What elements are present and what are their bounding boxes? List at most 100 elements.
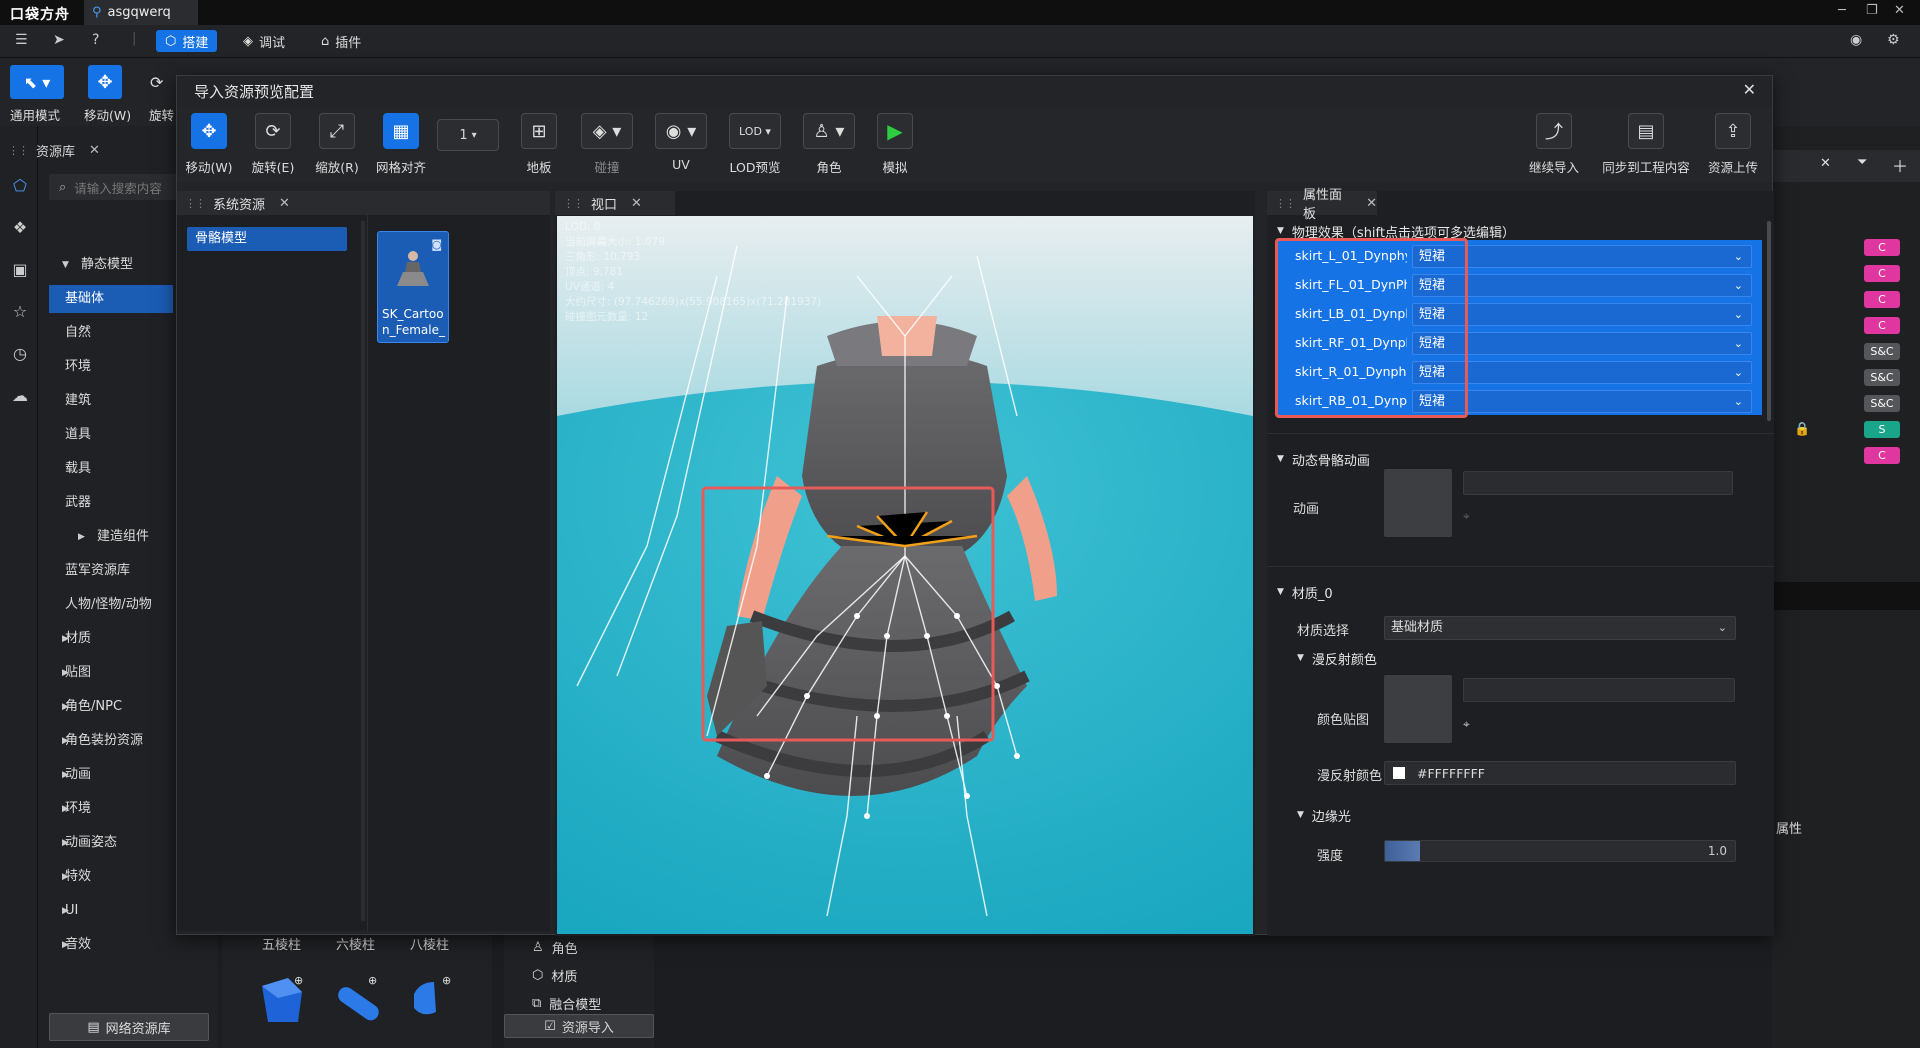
- close-icon[interactable]: ✕: [89, 143, 100, 158]
- dialog-collision-tool[interactable]: ◈ ▾ 碰撞: [575, 107, 639, 176]
- tree-item[interactable]: 蓝军资源库: [49, 557, 175, 585]
- hamburger-menu-icon[interactable]: ☰: [15, 32, 28, 48]
- project-tab[interactable]: ⚲ asgqwerq: [84, 0, 198, 25]
- color-swatch[interactable]: [1393, 767, 1405, 779]
- physics-row[interactable]: skirt_FL_01_DynPhy 短裙 ⌄: [1277, 271, 1762, 300]
- strength-slider[interactable]: 1.0: [1384, 840, 1736, 862]
- asset-search-box[interactable]: ⌕ 请输入搜索内容: [49, 174, 179, 200]
- zoom-icon[interactable]: ⊕: [442, 974, 451, 987]
- close-icon[interactable]: ✕: [279, 196, 290, 211]
- scroll-track[interactable]: [361, 221, 365, 921]
- system-assets-tab[interactable]: ⋮⋮ 系统资源 ✕: [177, 191, 550, 215]
- physics-preset-select[interactable]: 短裙 ⌄: [1412, 274, 1752, 297]
- clear-icon[interactable]: ✕: [1820, 156, 1831, 171]
- dialog-simulate-tool[interactable]: ▶ 模拟: [863, 107, 927, 176]
- send-icon[interactable]: ➤: [53, 32, 65, 48]
- physics-preset-select[interactable]: 短裙 ⌄: [1412, 390, 1752, 413]
- locate-icon[interactable]: ⌖: [1463, 717, 1470, 732]
- cloud-upload-icon[interactable]: ☁: [10, 386, 30, 406]
- dialog-character-tool[interactable]: ♙ ▾ 角色: [797, 107, 861, 176]
- physics-preset-select[interactable]: 短裙 ⌄: [1412, 361, 1752, 384]
- physics-row[interactable]: skirt_RF_01_Dynphy 短裙 ⌄: [1277, 329, 1762, 358]
- diffuse-section-header[interactable]: ▼ 漫反射颜色: [1297, 646, 1377, 670]
- animation-thumbnail[interactable]: [1384, 469, 1452, 537]
- physics-preset-select[interactable]: 短裙 ⌄: [1412, 303, 1752, 326]
- grid-size-select[interactable]: 1 ▾: [437, 119, 499, 151]
- asset-card[interactable]: ◙ SK_Cartoon_Female_: [377, 231, 449, 343]
- filter-icon[interactable]: ⏷: [1857, 155, 1867, 170]
- physics-row[interactable]: skirt_RB_01_Dynphy 短裙 ⌄: [1277, 387, 1762, 416]
- restore-icon[interactable]: ❐: [1866, 3, 1878, 18]
- viewport-tab[interactable]: ⋮⋮ 视口 ✕: [555, 191, 675, 215]
- close-icon[interactable]: ✕: [1366, 196, 1377, 211]
- dialog-grid-snap-tool[interactable]: ▦ 网格对齐: [369, 107, 433, 176]
- tree-item[interactable]: 环境: [49, 353, 175, 381]
- animation-field[interactable]: [1463, 471, 1733, 495]
- tree-item[interactable]: 基础体: [49, 285, 173, 313]
- list-item-material[interactable]: ⬡ 材质: [532, 966, 577, 985]
- close-icon[interactable]: ✕: [631, 196, 642, 211]
- sync-project-tool[interactable]: ▤ 同步到工程内容: [1601, 107, 1691, 176]
- tree-item[interactable]: 自然: [49, 319, 175, 347]
- physics-row[interactable]: skirt_R_01_Dynphy 短裙 ⌄: [1277, 358, 1762, 387]
- add-icon[interactable]: ＋: [1892, 153, 1908, 177]
- menu-debug[interactable]: ◈ 调试: [234, 30, 294, 52]
- color-map-thumbnail[interactable]: [1384, 675, 1452, 743]
- chevron-right-icon[interactable]: ▶: [62, 838, 69, 848]
- chevron-right-icon[interactable]: ▶: [62, 872, 69, 882]
- tree-item[interactable]: 道具: [49, 421, 175, 449]
- toolbox-icon[interactable]: ▣: [10, 260, 30, 280]
- asset-upload-tool[interactable]: ⇪ 资源上传: [1701, 107, 1765, 176]
- continue-import-tool[interactable]: ⤴ 继续导入: [1522, 107, 1586, 176]
- chevron-right-icon[interactable]: ▶: [62, 906, 69, 916]
- close-window-icon[interactable]: ✕: [1894, 3, 1905, 18]
- rim-light-section-header[interactable]: ▼ 边缘光: [1297, 803, 1351, 827]
- chevron-right-icon[interactable]: ▶: [62, 702, 69, 712]
- tree-item[interactable]: 载具: [49, 455, 175, 483]
- color-map-field[interactable]: [1463, 678, 1735, 702]
- dialog-move-tool[interactable]: ✥ 移动(W): [177, 107, 241, 176]
- dialog-lod-tool[interactable]: LOD ▾ LOD预览: [723, 107, 787, 176]
- chevron-down-icon[interactable]: ▼: [62, 260, 69, 270]
- tree-item[interactable]: 人物/怪物/动物: [49, 591, 175, 619]
- diffuse-color-field[interactable]: #FFFFFFFF: [1384, 761, 1736, 785]
- zoom-icon[interactable]: ⊕: [294, 974, 303, 987]
- help-icon[interactable]: ?: [92, 32, 99, 48]
- list-item-character[interactable]: ♙ 角色: [532, 938, 578, 957]
- menu-plugin[interactable]: ⌂ 插件: [312, 30, 370, 52]
- shapes-icon[interactable]: ⬠: [10, 176, 30, 196]
- dialog-rotate-tool[interactable]: ⟳ 旋转(E): [241, 107, 305, 176]
- viewport-canvas[interactable]: LOD: 0 当前屏幕大小: 1.079 三角形: 10,793 顶点: 9,781 U…: [557, 216, 1253, 934]
- asset-library-tab[interactable]: ⋮⋮ 资源库 ✕: [0, 138, 100, 162]
- tree-item[interactable]: 建筑: [49, 387, 175, 415]
- chevron-right-icon[interactable]: ▶: [62, 668, 69, 678]
- close-icon[interactable]: ✕: [1743, 80, 1756, 99]
- list-item-merge-model[interactable]: ⧉ 融合模型: [532, 994, 601, 1013]
- tree-item[interactable]: 建造组件: [49, 523, 175, 551]
- material-section-header[interactable]: ▼ 材质_0: [1277, 580, 1333, 604]
- star-icon[interactable]: ☆: [10, 302, 30, 322]
- asset-search-input[interactable]: 请输入搜索内容: [74, 178, 162, 197]
- rotate-icon[interactable]: ⟳: [150, 73, 163, 92]
- physics-row[interactable]: skirt_LB_01_Dynphy 短裙 ⌄: [1277, 300, 1762, 329]
- clock-icon[interactable]: ◷: [10, 344, 30, 364]
- asset-import-button[interactable]: ☑ 资源导入: [504, 1014, 654, 1038]
- eye-icon[interactable]: ◉: [1850, 32, 1862, 48]
- chevron-right-icon[interactable]: ▶: [62, 940, 69, 950]
- chevron-right-icon[interactable]: ▶: [62, 770, 69, 780]
- move-tool-button[interactable]: ✥: [88, 65, 122, 99]
- components-icon[interactable]: ❖: [10, 218, 30, 238]
- menu-build[interactable]: ⬡ 搭建: [156, 30, 218, 52]
- skeleton-model-category[interactable]: 骨骼模型: [187, 227, 347, 251]
- chevron-right-icon[interactable]: ▶: [62, 736, 69, 746]
- chevron-right-icon[interactable]: ▶: [62, 634, 69, 644]
- dialog-floor-tool[interactable]: ⊞ 地板: [507, 107, 571, 176]
- chevron-right-icon[interactable]: ▶: [78, 532, 85, 542]
- dialog-scale-tool[interactable]: ⤢ 缩放(R): [305, 107, 369, 176]
- bone-anim-section-header[interactable]: ▼ 动态骨骼动画: [1277, 447, 1370, 471]
- chevron-right-icon[interactable]: ▶: [62, 804, 69, 814]
- physics-preset-select[interactable]: 短裙 ⌄: [1412, 332, 1752, 355]
- physics-preset-select[interactable]: 短裙 ⌄: [1412, 245, 1752, 268]
- minimize-icon[interactable]: ─: [1838, 3, 1846, 18]
- lock-icon[interactable]: 🔒: [1794, 422, 1810, 437]
